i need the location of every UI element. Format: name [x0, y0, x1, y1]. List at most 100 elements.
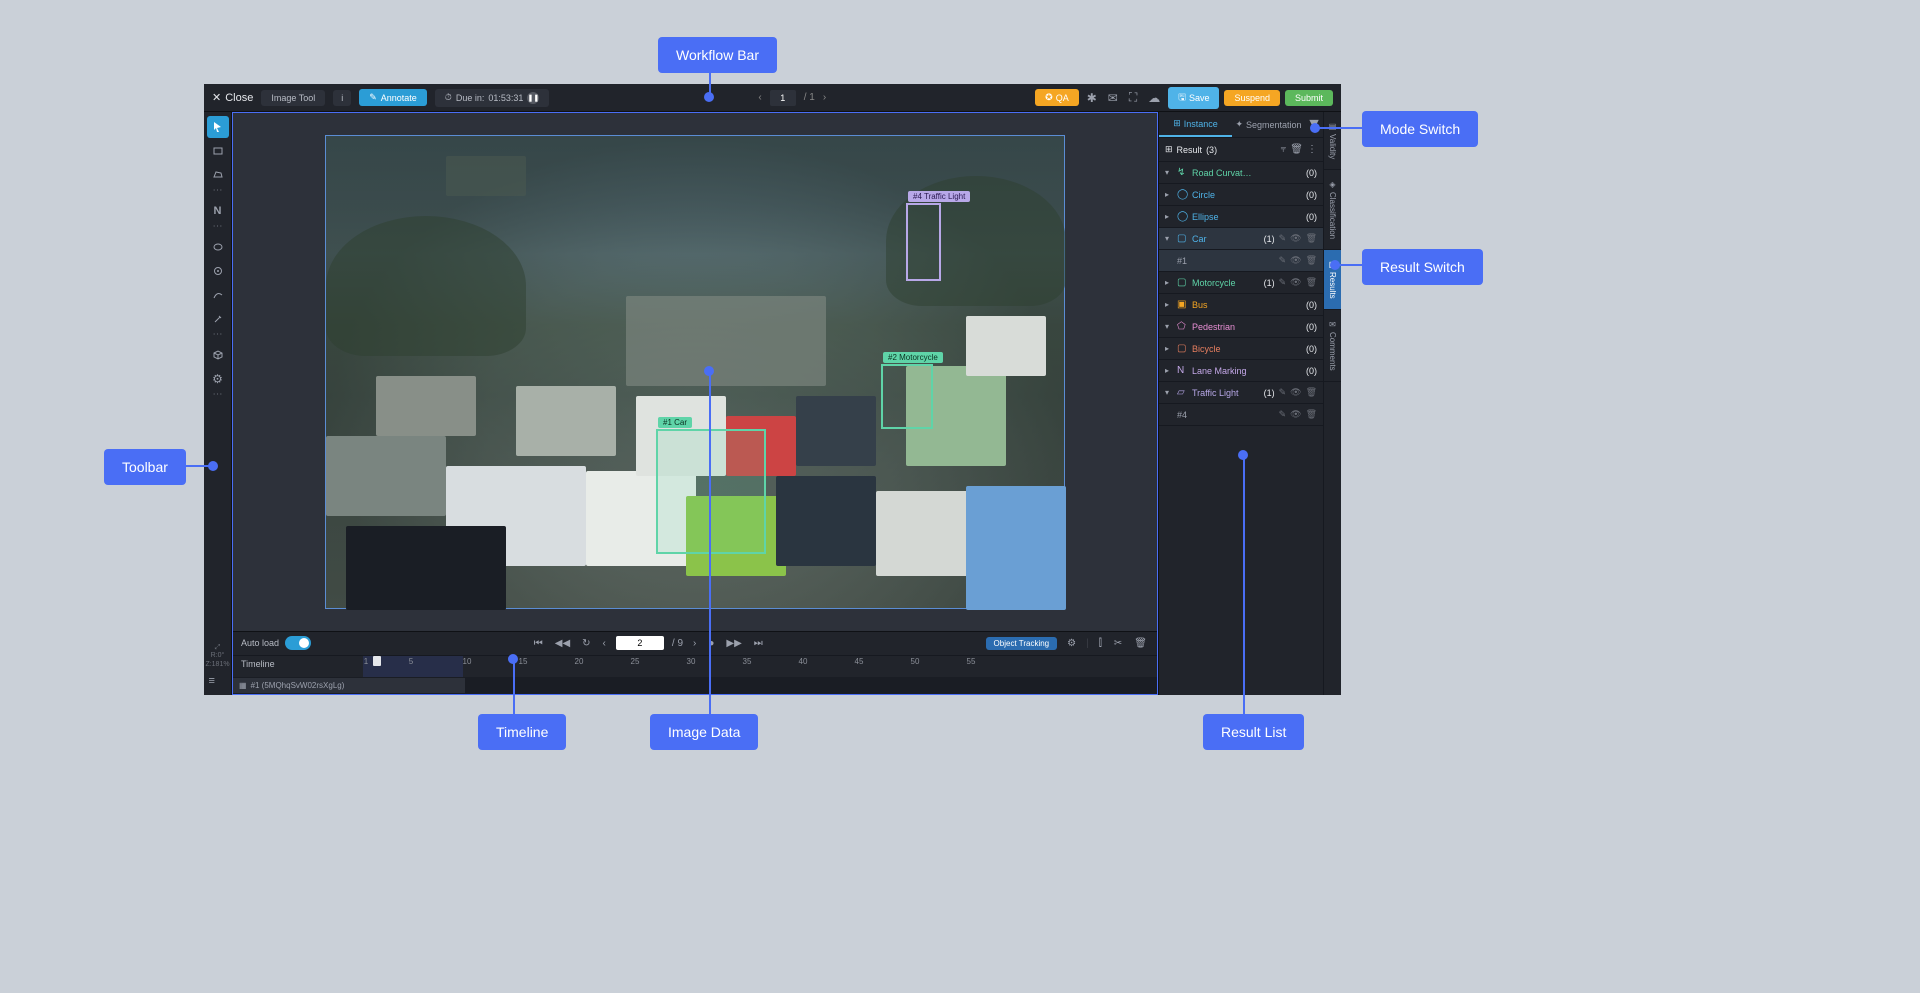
edit-icon[interactable]: ✎ [1279, 255, 1287, 266]
circle-tool[interactable] [207, 260, 229, 282]
result-item[interactable]: ▸◯Circle(0) [1159, 184, 1323, 206]
caret-icon: ▸ [1165, 366, 1173, 375]
eye-icon[interactable]: 👁 [1290, 277, 1301, 288]
magic-tool[interactable] [207, 308, 229, 330]
auto-load-label: Auto load [241, 638, 279, 648]
tool-more-4[interactable]: ⋯ [213, 392, 223, 402]
trash-icon[interactable]: 🗑 [1306, 233, 1317, 244]
next-frame-icon[interactable]: › [691, 638, 698, 649]
edit-icon[interactable]: ✎ [1279, 409, 1287, 420]
zoom-value: Z:181% [205, 661, 229, 668]
split-icon[interactable]: ⫿ [1097, 638, 1104, 649]
skip-start-icon[interactable]: ⏮ [532, 638, 545, 649]
eye-icon[interactable]: 👁 [1290, 387, 1301, 398]
polyline-tool[interactable]: N [207, 200, 229, 222]
suspend-button[interactable]: Suspend [1224, 90, 1280, 106]
trash-icon[interactable]: 🗑 [1290, 144, 1303, 155]
object-tracking-badge[interactable]: Object Tracking [986, 637, 1058, 650]
filter-icon[interactable]: ⫧ [1281, 144, 1287, 155]
refresh-icon[interactable]: ↻ [580, 638, 592, 649]
rewind-icon[interactable]: ◀◀ [553, 638, 572, 649]
result-item[interactable]: ▸▣Bus(0) [1159, 294, 1323, 316]
result-label: Result [1177, 145, 1203, 155]
canvas[interactable]: #1 Car #2 Motorcycle #4 Traffic Light [233, 113, 1157, 631]
result-child[interactable]: #4✎👁🗑 [1159, 404, 1323, 426]
close-button[interactable]: ✕ Close [212, 91, 253, 104]
expand-icon[interactable]: ⤢ [215, 644, 221, 651]
tool-more-1[interactable]: ⋯ [213, 188, 223, 198]
3d-tool[interactable] [207, 344, 229, 366]
fullscreen-icon[interactable]: ⛶ [1126, 90, 1140, 105]
result-count: (3) [1206, 145, 1217, 155]
result-item[interactable]: ▾↯Road Curvat…(0) [1159, 162, 1323, 184]
timeline-track[interactable]: ▦ #1 (5MQhqSvW02rsXgLg) [233, 677, 1157, 694]
eye-icon[interactable]: 👁 [1290, 255, 1301, 266]
validity-tab[interactable]: ▤Validity [1324, 112, 1341, 170]
play-icon[interactable]: ● [706, 638, 716, 649]
save-button[interactable]: 🖫Save [1168, 87, 1219, 109]
trash-icon[interactable]: 🗑 [1306, 409, 1317, 420]
instance-tab[interactable]: ⊞Instance [1159, 112, 1232, 137]
sliders-icon[interactable]: ≡ [209, 675, 227, 689]
ellipse-tool[interactable] [207, 236, 229, 258]
annotation-car[interactable]: #1 Car [656, 429, 766, 554]
edit-icon[interactable]: ✎ [1279, 277, 1287, 288]
edit-icon[interactable]: ✎ [1279, 387, 1287, 398]
page-input[interactable] [770, 90, 796, 106]
trash-icon[interactable]: 🗑 [1306, 387, 1317, 398]
gear-tool[interactable]: ⚙ [207, 368, 229, 390]
annotate-button[interactable]: ✎Annotate [359, 89, 427, 106]
delete-icon[interactable]: 🗑 [1132, 638, 1149, 649]
segmentation-tab[interactable]: ✦Segmentation [1232, 112, 1305, 137]
close-label: Close [225, 92, 253, 104]
eye-icon[interactable]: 👁 [1290, 409, 1301, 420]
next-icon[interactable]: › [823, 92, 826, 103]
rect-tool[interactable] [207, 140, 229, 162]
frame-input[interactable] [616, 636, 664, 650]
trash-icon[interactable]: 🗑 [1306, 277, 1317, 288]
result-item[interactable]: ▾⬠Pedestrian(0) [1159, 316, 1323, 338]
canvas-area: #1 Car #2 Motorcycle #4 Traffic Light Au… [232, 112, 1158, 695]
cloud-icon[interactable]: ☁ [1145, 91, 1163, 105]
trash-icon[interactable]: 🗑 [1306, 255, 1317, 266]
pause-icon[interactable]: ❚❚ [527, 92, 539, 104]
image-frame: #1 Car #2 Motorcycle #4 Traffic Light [325, 135, 1065, 609]
result-item[interactable]: ▸◯Ellipse(0) [1159, 206, 1323, 228]
curve-tool[interactable] [207, 284, 229, 306]
more-icon[interactable]: ⋮ [1307, 144, 1317, 155]
gear-icon[interactable]: ⚙ [1065, 638, 1078, 649]
classification-tab[interactable]: ◈Classification [1324, 170, 1341, 250]
playhead[interactable] [373, 656, 381, 666]
result-item[interactable]: ▸NLane Marking(0) [1159, 360, 1323, 382]
mode-tabs: ⊞Instance ✦Segmentation ▼ [1159, 112, 1323, 138]
annotation-traffic-light[interactable]: #4 Traffic Light [906, 203, 941, 281]
edit-icon[interactable]: ✎ [1279, 233, 1287, 244]
tool-more-3[interactable]: ⋯ [213, 332, 223, 342]
result-child[interactable]: #1✎👁🗑 [1159, 250, 1323, 272]
forward-icon[interactable]: ▶▶ [724, 638, 743, 649]
comment-icon[interactable]: ✉ [1105, 91, 1121, 105]
cut-icon[interactable]: ✂ [1112, 638, 1124, 649]
prev-frame-icon[interactable]: ‹ [601, 638, 608, 649]
eye-icon[interactable]: 👁 [1290, 233, 1301, 244]
result-item[interactable]: ▸▢Bicycle(0) [1159, 338, 1323, 360]
caret-icon: ▾ [1165, 322, 1173, 331]
app-body: ⋯ N ⋯ ⋯ ⚙ ⋯ ⤢ R:0° Z:181% ≡ [204, 112, 1341, 695]
result-item[interactable]: ▸▢Motorcycle(1)✎👁🗑 [1159, 272, 1323, 294]
result-item[interactable]: ▾▢Car(1)✎👁🗑 [1159, 228, 1323, 250]
skip-end-icon[interactable]: ⏭ [752, 638, 765, 649]
tool-more-2[interactable]: ⋯ [213, 224, 223, 234]
submit-button[interactable]: Submit [1285, 90, 1333, 106]
track-segment[interactable]: ▦ #1 (5MQhqSvW02rsXgLg) [233, 678, 465, 693]
timeline-ruler[interactable]: Timeline 1 5 10 15 20 25 30 35 40 45 [233, 656, 1157, 678]
auto-load-toggle[interactable] [285, 636, 311, 650]
polygon-tool[interactable] [207, 164, 229, 186]
bug-icon[interactable]: ✱ [1084, 91, 1100, 105]
qa-button[interactable]: ✪QA [1035, 89, 1079, 106]
annotation-motorcycle[interactable]: #2 Motorcycle [881, 364, 933, 429]
select-tool[interactable] [207, 116, 229, 138]
comments-tab[interactable]: ✉Comments [1324, 310, 1341, 382]
prev-icon[interactable]: ‹ [758, 92, 761, 103]
info-button[interactable]: i [333, 90, 351, 106]
result-item[interactable]: ▾▱Traffic Light(1)✎👁🗑 [1159, 382, 1323, 404]
